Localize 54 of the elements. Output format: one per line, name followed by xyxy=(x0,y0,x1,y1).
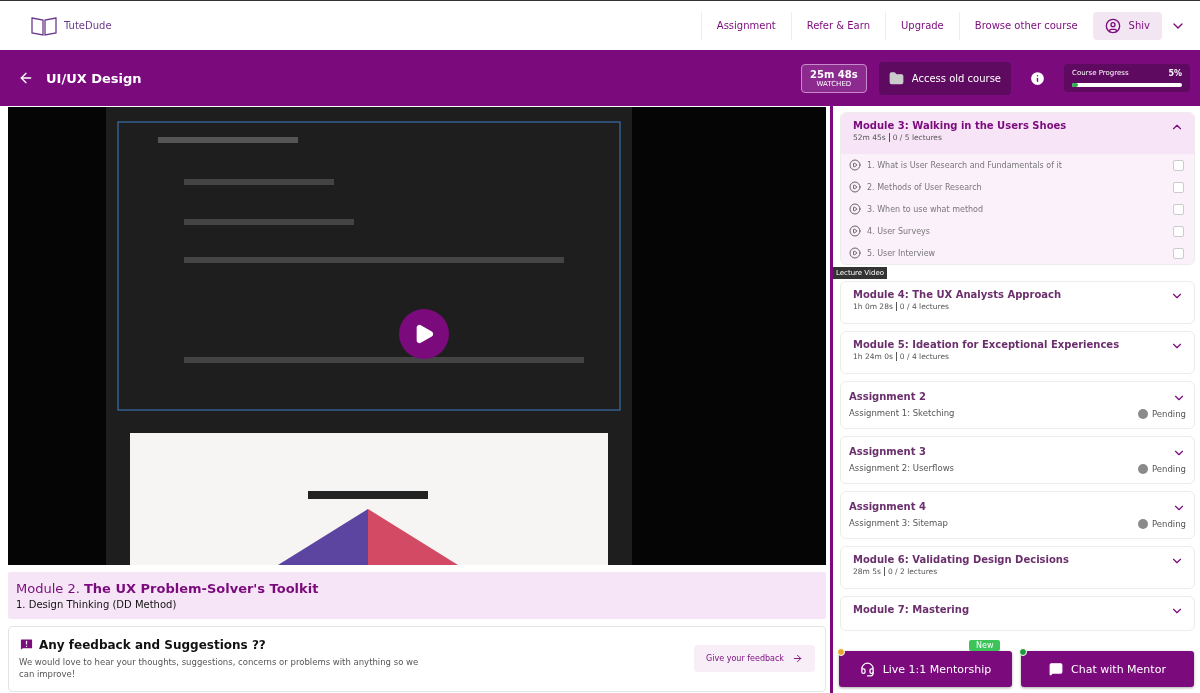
lecture-item[interactable]: 2. Methods of User Research xyxy=(841,176,1194,198)
arrow-right-icon xyxy=(792,653,803,665)
play-circle-icon xyxy=(849,247,861,259)
nav-link[interactable]: Refer & Earn xyxy=(790,11,885,40)
user-avatar-icon xyxy=(1104,17,1121,34)
assignment-title: Assignment 2 xyxy=(849,391,927,402)
assignment-title: Assignment 4 xyxy=(849,501,927,512)
lecture-item[interactable]: 5. User Interview xyxy=(841,242,1194,264)
feedback-title: Any feedback and Suggestions ?? xyxy=(39,637,266,652)
book-logo-icon xyxy=(30,14,58,37)
assignment-card[interactable]: Assignment 3 Assignment 2: Userflows Pending xyxy=(840,436,1195,484)
new-badge: New xyxy=(969,640,1001,651)
status-text: Pending xyxy=(1152,409,1186,419)
mentorship-button[interactable]: Live 1:1 Mentorship xyxy=(839,651,1012,687)
nav-link[interactable]: Upgrade xyxy=(885,11,959,40)
play-circle-icon xyxy=(849,181,861,193)
lecture-checkbox[interactable] xyxy=(1173,181,1184,193)
lecture-checkbox[interactable] xyxy=(1173,203,1184,215)
feedback-icon xyxy=(19,637,34,652)
access-old-course-button[interactable]: Access old course xyxy=(878,61,1011,95)
chat-button[interactable]: Chat with Mentor xyxy=(1021,651,1194,687)
headset-icon xyxy=(859,661,875,677)
info-icon[interactable] xyxy=(1029,69,1046,87)
assignment-subtitle: Assignment 3: Sitemap xyxy=(849,518,948,528)
back-icon[interactable] xyxy=(18,70,34,86)
lesson-lecture-title: 1. Design Thinking (DD Method) xyxy=(16,599,178,610)
lecture-item[interactable]: 4. User Surveys xyxy=(841,220,1194,242)
nav-link[interactable]: Browse other course xyxy=(958,11,1093,40)
user-menu-button[interactable]: Shiv xyxy=(1092,11,1162,40)
lecture-item[interactable]: 1. What is User Research and Fundamentals of it xyxy=(841,154,1194,176)
play-circle-icon xyxy=(849,159,861,171)
assignment-title: Assignment 3 xyxy=(849,446,927,457)
status-text: Pending xyxy=(1152,464,1186,474)
give-feedback-button[interactable]: Give your feedback xyxy=(694,645,815,673)
module-header[interactable]: Module 7: Mastering xyxy=(841,597,1194,630)
chat-icon xyxy=(1049,662,1064,676)
assignment-card[interactable]: Assignment 2 Assignment 1: Sketching Pending xyxy=(840,381,1195,429)
feedback-text: We would love to hear your thoughts, suggestions, concerns or problems with anything so we can improve! xyxy=(19,657,420,681)
folder-icon xyxy=(888,70,904,86)
assignment-card[interactable]: Assignment 4 Assignment 3: Sitemap Pending xyxy=(840,491,1195,539)
assignment-subtitle: Assignment 2: Userflows xyxy=(849,463,955,473)
lecture-item[interactable]: 3. When to use what method xyxy=(841,198,1194,220)
lecture-checkbox[interactable] xyxy=(1173,225,1184,237)
progress-value: 5% xyxy=(1168,69,1182,78)
brand-name: TuteDude xyxy=(64,20,112,31)
play-circle-icon xyxy=(849,225,861,237)
status-text: Pending xyxy=(1152,519,1186,529)
nav-link[interactable]: Assignment xyxy=(700,11,791,40)
play-circle-icon xyxy=(849,203,861,215)
lecture-checkbox[interactable] xyxy=(1173,159,1184,171)
course-title: UI/UX Design xyxy=(46,70,143,86)
assignment-subtitle: Assignment 1: Sketching xyxy=(849,408,955,418)
lesson-module-title: Module 2. The UX Problem-Solver's Toolkit xyxy=(16,581,320,596)
lecture-checkbox[interactable] xyxy=(1173,247,1184,259)
